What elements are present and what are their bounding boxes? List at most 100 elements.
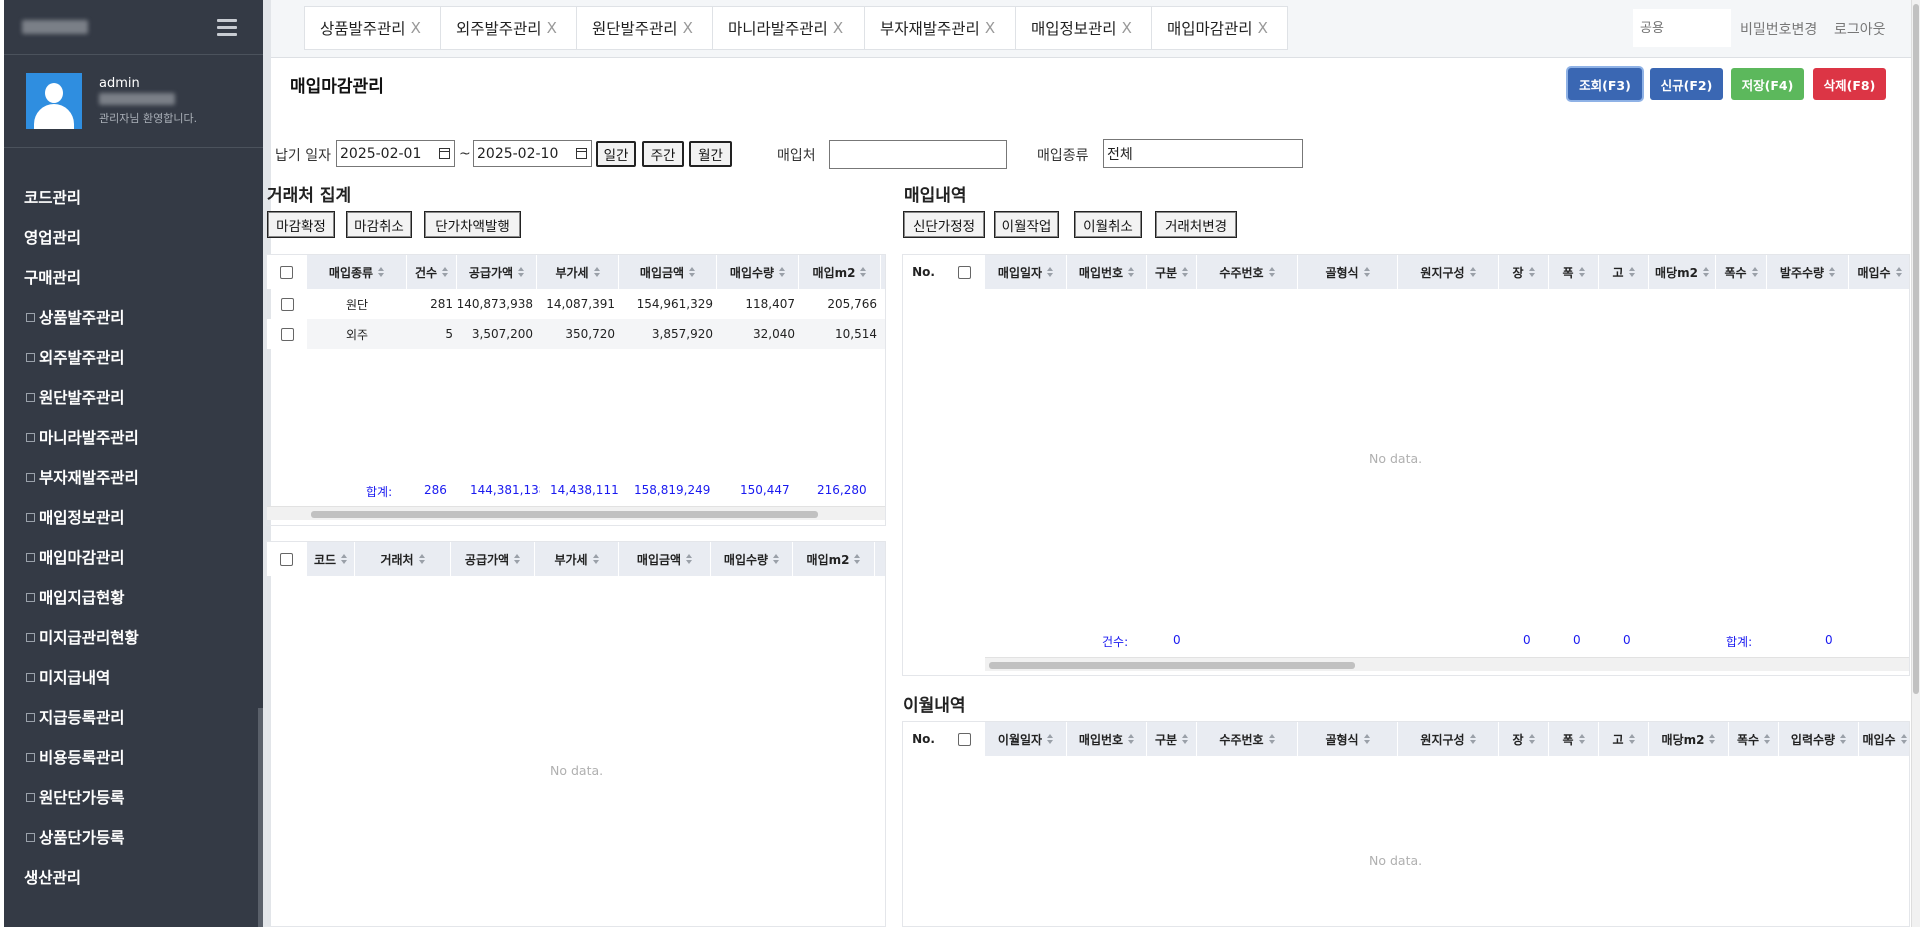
col-height[interactable]: 고 bbox=[1599, 722, 1649, 756]
sort-icon[interactable] bbox=[1702, 266, 1709, 278]
col-purchase-no[interactable]: 매입번호 bbox=[1067, 722, 1147, 756]
sidebar-item-sales[interactable]: 영업관리 bbox=[4, 217, 263, 257]
tab-product-order[interactable]: 상품발주관리 X bbox=[304, 6, 441, 50]
tab-purchase-info[interactable]: 매입정보관리 X bbox=[1015, 6, 1152, 50]
sidebar-item-payment-status[interactable]: 매입지급현황 bbox=[4, 577, 263, 617]
sort-icon[interactable] bbox=[1900, 733, 1907, 745]
sidebar-item-outsource-order[interactable]: 외주발주관리 bbox=[4, 337, 263, 377]
sort-icon[interactable] bbox=[1469, 733, 1476, 745]
sort-icon[interactable] bbox=[1578, 266, 1585, 278]
col-amount[interactable]: 매입금액 bbox=[619, 542, 711, 576]
sort-icon[interactable] bbox=[1829, 266, 1836, 278]
sidebar-item-purchase[interactable]: 구매관리 bbox=[4, 257, 263, 297]
sort-icon[interactable] bbox=[1268, 266, 1275, 278]
col-purchase-type[interactable]: 매입종류 bbox=[307, 255, 407, 289]
row-checkbox[interactable] bbox=[280, 327, 294, 341]
sort-icon[interactable] bbox=[1840, 733, 1847, 745]
sort-icon[interactable] bbox=[1528, 266, 1535, 278]
price-diff-issue-button[interactable]: 단가차액발행 bbox=[424, 211, 521, 238]
logout-link[interactable]: 로그아웃 bbox=[1834, 19, 1886, 39]
delete-button[interactable]: 삭제(F8) bbox=[1813, 68, 1886, 100]
close-cancel-button[interactable]: 마감취소 bbox=[346, 211, 412, 238]
sort-icon[interactable] bbox=[1182, 733, 1189, 745]
tab-fabric-order[interactable]: 원단발주관리 X bbox=[576, 6, 713, 50]
close-confirm-button[interactable]: 마감확정 bbox=[267, 211, 335, 238]
header-select-all[interactable] bbox=[267, 255, 307, 289]
col-supply[interactable]: 공급가액 bbox=[457, 255, 537, 289]
tab-manila-order[interactable]: 마니라발주관리 X bbox=[712, 6, 865, 50]
table-row[interactable]: 외주 5 3,507,200 350,720 3,857,920 32,040 … bbox=[267, 319, 885, 349]
sort-icon[interactable] bbox=[1528, 733, 1535, 745]
col-vat[interactable]: 부가세 bbox=[537, 255, 619, 289]
sidebar-item-purchase-closing[interactable]: 매입마감관리 bbox=[4, 537, 263, 577]
col-purchase-qty[interactable]: 매입수 bbox=[1859, 722, 1909, 756]
close-icon[interactable]: X bbox=[683, 19, 693, 37]
sort-icon[interactable] bbox=[1047, 266, 1054, 278]
close-icon[interactable]: X bbox=[985, 19, 995, 37]
sidebar-item-manila-order[interactable]: 마니라발주관리 bbox=[4, 417, 263, 457]
select-all-checkbox[interactable] bbox=[280, 265, 293, 279]
period-monthly-button[interactable]: 월간 bbox=[689, 141, 732, 167]
period-weekly-button[interactable]: 주간 bbox=[642, 141, 684, 167]
col-count[interactable]: 건수 bbox=[407, 255, 457, 289]
carryover-cancel-button[interactable]: 이월취소 bbox=[1074, 211, 1142, 238]
col-supply[interactable]: 공급가액 bbox=[451, 542, 535, 576]
date-to-field[interactable]: 2025-02-10 bbox=[473, 140, 592, 167]
purchase-hscrollbar[interactable] bbox=[985, 657, 1909, 671]
col-paper-comp[interactable]: 원지구성 bbox=[1398, 722, 1499, 756]
col-amount[interactable]: 매입금액 bbox=[619, 255, 717, 289]
sort-icon[interactable] bbox=[1047, 733, 1054, 745]
sort-icon[interactable] bbox=[1469, 266, 1476, 278]
sidebar-item-payment-register[interactable]: 지급등록관리 bbox=[4, 697, 263, 737]
col-purchase-date[interactable]: 매입일자 bbox=[985, 255, 1067, 289]
sort-icon[interactable] bbox=[689, 266, 696, 278]
select-all-checkbox[interactable] bbox=[958, 732, 971, 746]
sort-icon[interactable] bbox=[1628, 733, 1635, 745]
col-length[interactable]: 장 bbox=[1499, 255, 1549, 289]
sort-icon[interactable] bbox=[593, 266, 600, 278]
col-carry-date[interactable]: 이월일자 bbox=[985, 722, 1067, 756]
sort-icon[interactable] bbox=[1709, 733, 1716, 745]
tab-purchase-closing[interactable]: 매입마감관리 X bbox=[1151, 6, 1288, 50]
vendor-change-button[interactable]: 거래처변경 bbox=[1155, 211, 1237, 238]
close-icon[interactable]: X bbox=[1122, 19, 1132, 37]
col-flute[interactable]: 골형식 bbox=[1298, 255, 1398, 289]
tab-outsource-order[interactable]: 외주발주관리 X bbox=[440, 6, 577, 50]
calendar-icon[interactable] bbox=[439, 148, 450, 159]
period-daily-button[interactable]: 일간 bbox=[596, 141, 636, 167]
sidebar-item-product-order[interactable]: 상품발주관리 bbox=[4, 297, 263, 337]
col-qty[interactable]: 매입수량 bbox=[717, 255, 799, 289]
col-flute[interactable]: 골형식 bbox=[1298, 722, 1398, 756]
sort-icon[interactable] bbox=[779, 266, 786, 278]
col-m2[interactable]: 매입m2 bbox=[793, 542, 875, 576]
sort-icon[interactable] bbox=[378, 266, 385, 278]
header-select-all[interactable] bbox=[945, 255, 985, 289]
col-width[interactable]: 폭 bbox=[1549, 255, 1599, 289]
sort-icon[interactable] bbox=[514, 553, 521, 565]
col-order-qty[interactable]: 발주수량 bbox=[1767, 255, 1849, 289]
carryover-work-button[interactable]: 이월작업 bbox=[994, 211, 1059, 238]
sidebar-item-fabric-order[interactable]: 원단발주관리 bbox=[4, 377, 263, 417]
change-password-link[interactable]: 비밀번호변경 bbox=[1740, 19, 1817, 39]
col-purchase-no[interactable]: 매입번호 bbox=[1067, 255, 1147, 289]
sort-icon[interactable] bbox=[1128, 266, 1135, 278]
col-no[interactable]: No. bbox=[903, 255, 945, 289]
col-paper-comp[interactable]: 원지구성 bbox=[1398, 255, 1499, 289]
sidebar-item-production[interactable]: 생산관리 bbox=[4, 857, 263, 897]
col-order-no[interactable]: 수주번호 bbox=[1197, 255, 1298, 289]
row-checkbox[interactable] bbox=[280, 297, 294, 311]
calendar-icon[interactable] bbox=[576, 148, 587, 159]
sort-icon[interactable] bbox=[854, 553, 861, 565]
sort-icon[interactable] bbox=[442, 266, 449, 278]
col-qty[interactable]: 매입수량 bbox=[711, 542, 793, 576]
tab-material-order[interactable]: 부자재발주관리 X bbox=[864, 6, 1016, 50]
col-m2-per[interactable]: 매당m2 bbox=[1649, 255, 1716, 289]
purchase-type-select[interactable]: 전체 bbox=[1103, 139, 1303, 168]
close-icon[interactable]: X bbox=[411, 19, 421, 37]
sort-icon[interactable] bbox=[1578, 733, 1585, 745]
col-width[interactable]: 폭 bbox=[1549, 722, 1599, 756]
col-input-qty[interactable]: 입력수량 bbox=[1779, 722, 1859, 756]
sort-icon[interactable] bbox=[1363, 733, 1370, 745]
sort-icon[interactable] bbox=[341, 553, 348, 565]
col-width-count[interactable]: 폭수 bbox=[1716, 255, 1767, 289]
